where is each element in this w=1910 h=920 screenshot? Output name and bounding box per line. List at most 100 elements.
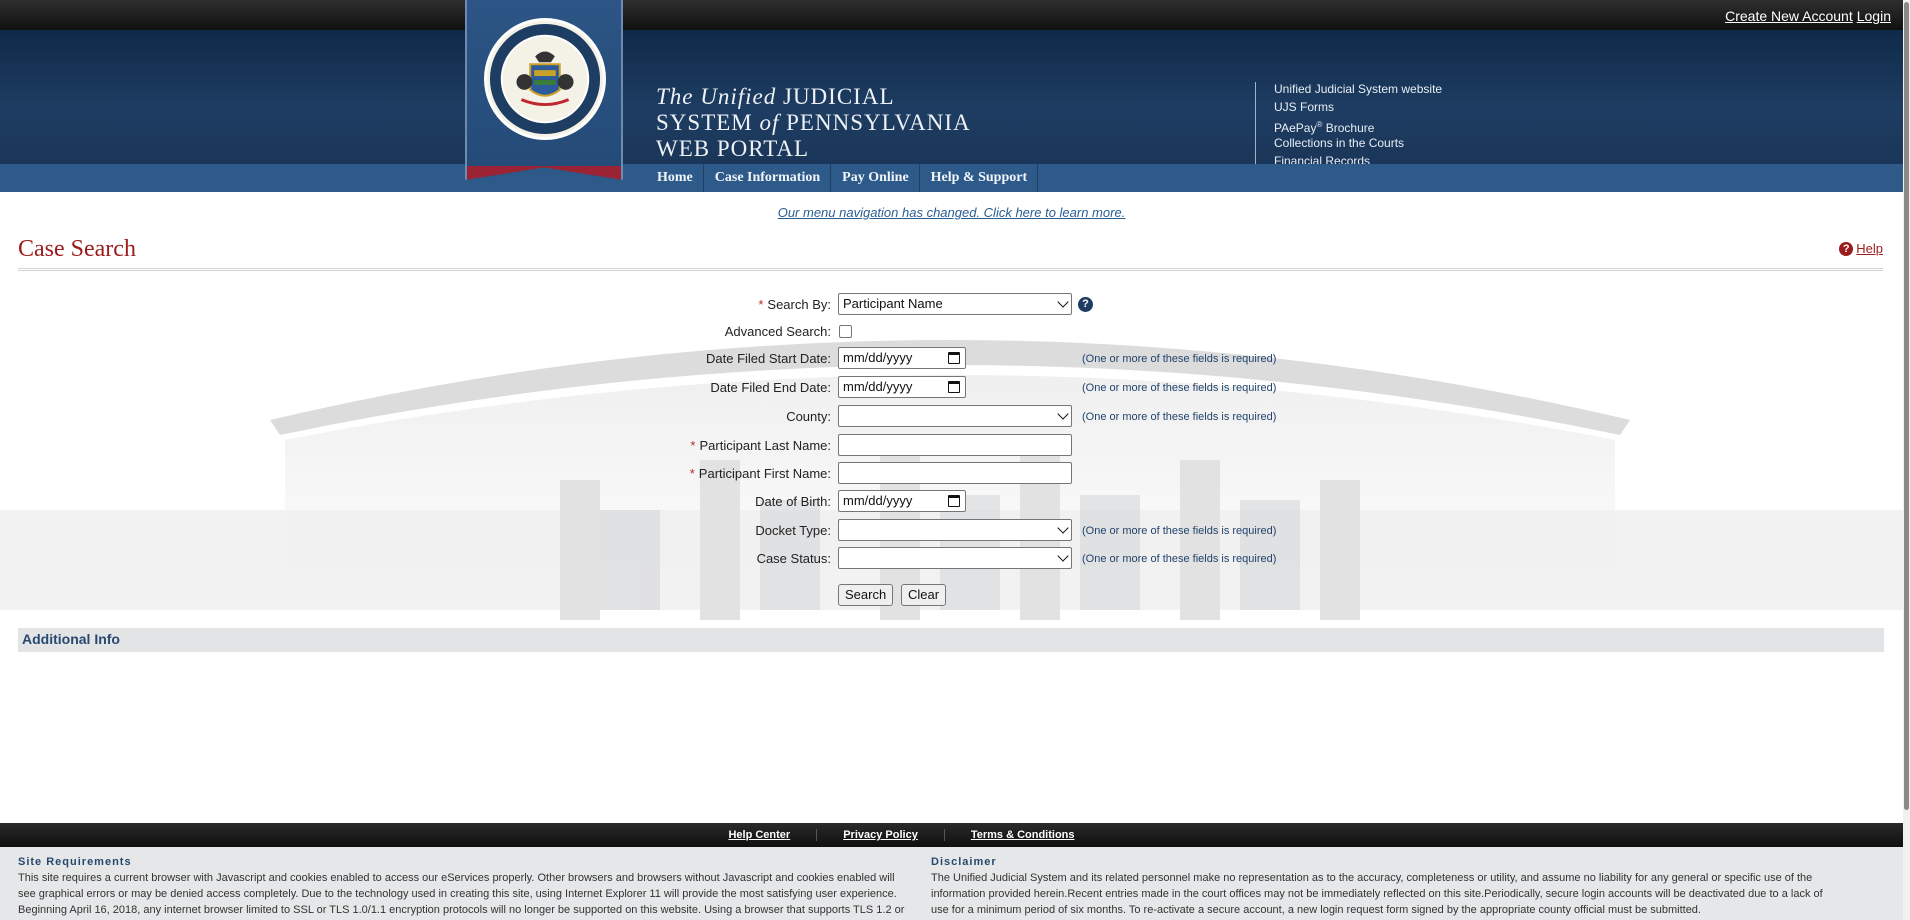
disclaimer-text: The Unified Judicial System and its rela… bbox=[931, 872, 1823, 916]
row-first-name: * Participant First Name: bbox=[0, 462, 1903, 486]
chevron-down-icon bbox=[1057, 408, 1069, 420]
required-note: (One or more of these fields is required… bbox=[1082, 382, 1277, 394]
paepay-brochure-link[interactable]: PAePay® Brochure bbox=[1274, 116, 1442, 135]
title-of: of bbox=[759, 110, 780, 135]
chevron-down-icon bbox=[1057, 296, 1069, 308]
header-divider bbox=[1255, 82, 1256, 166]
docket-type-label: Docket Type: bbox=[755, 523, 831, 538]
terms-conditions-link[interactable]: Terms & Conditions bbox=[945, 829, 1101, 841]
case-status-select[interactable] bbox=[838, 547, 1072, 569]
nav-items: Home Case Information Pay Online Help & … bbox=[646, 164, 1039, 192]
seal-graphic bbox=[489, 23, 601, 135]
title-system: SYSTEM bbox=[656, 110, 753, 135]
row-last-name: * Participant Last Name: bbox=[0, 434, 1903, 458]
title-judicial: JUDICIAL bbox=[783, 84, 895, 109]
page-scrollbar[interactable] bbox=[1903, 0, 1910, 920]
dob-input[interactable]: mm/dd/yyyy bbox=[838, 490, 966, 512]
disclaimer-title: Disclaimer bbox=[931, 856, 997, 868]
row-buttons: Search Clear bbox=[0, 584, 1903, 608]
help-center-link[interactable]: Help Center bbox=[702, 829, 818, 841]
site-requirements-title: Site Requirements bbox=[18, 856, 132, 868]
calendar-icon[interactable] bbox=[948, 495, 960, 507]
last-name-label: * Participant Last Name: bbox=[690, 438, 831, 453]
site-requirements: Site Requirements This site requires a c… bbox=[18, 854, 913, 918]
clear-button[interactable]: Clear bbox=[901, 584, 947, 606]
collections-link[interactable]: Collections in the Courts bbox=[1274, 134, 1442, 152]
calendar-icon[interactable] bbox=[948, 381, 960, 393]
footer-info: Site Requirements This site requires a c… bbox=[0, 847, 1903, 920]
create-account-link[interactable]: Create New Account bbox=[1725, 8, 1853, 24]
main-nav: Home Case Information Pay Online Help & … bbox=[0, 164, 1903, 192]
nav-case-information[interactable]: Case Information bbox=[704, 164, 832, 192]
nav-help-support[interactable]: Help & Support bbox=[920, 164, 1039, 192]
docket-type-select[interactable] bbox=[838, 519, 1072, 541]
end-date-input[interactable]: mm/dd/yyyy bbox=[838, 376, 966, 398]
page-title: Case Search bbox=[18, 236, 136, 262]
help-link[interactable]: ? Help bbox=[1839, 241, 1883, 256]
required-note: (One or more of these fields is required… bbox=[1082, 353, 1277, 365]
row-start-date: Date Filed Start Date: mm/dd/yyyy (One o… bbox=[0, 347, 1903, 371]
privacy-policy-link[interactable]: Privacy Policy bbox=[817, 829, 945, 841]
footer-links-bar: Help Center Privacy Policy Terms & Condi… bbox=[0, 823, 1903, 847]
search-by-value: Participant Name bbox=[843, 296, 943, 311]
site-header: The Unified JUDICIAL SYSTEM of PENNSYLVA… bbox=[0, 30, 1903, 168]
last-name-label-text: Participant Last Name: bbox=[699, 438, 831, 453]
title-the-unified: The Unified bbox=[656, 84, 777, 109]
search-by-label: * Search By: bbox=[758, 297, 831, 312]
dob-placeholder: mm/dd/yyyy bbox=[843, 493, 913, 508]
end-date-placeholder: mm/dd/yyyy bbox=[843, 379, 913, 394]
search-by-select[interactable]: Participant Name bbox=[838, 293, 1072, 315]
county-label: County: bbox=[786, 409, 831, 424]
login-link[interactable]: Login bbox=[1857, 8, 1891, 24]
search-by-help-icon[interactable]: ? bbox=[1078, 297, 1093, 312]
ujs-forms-link[interactable]: UJS Forms bbox=[1274, 98, 1442, 116]
account-bar: Create New Account Login bbox=[0, 0, 1903, 30]
registered-mark: ® bbox=[1316, 120, 1323, 129]
footer-links: Help Center Privacy Policy Terms & Condi… bbox=[0, 823, 1853, 847]
end-date-label: Date Filed End Date: bbox=[710, 380, 831, 395]
nav-home[interactable]: Home bbox=[646, 164, 704, 192]
account-links: Create New Account Login bbox=[1721, 8, 1891, 24]
supreme-court-seal-logo[interactable] bbox=[484, 18, 606, 140]
title-web-portal: WEB PORTAL bbox=[656, 136, 810, 161]
start-date-placeholder: mm/dd/yyyy bbox=[843, 350, 913, 365]
menu-change-notice-link[interactable]: Our menu navigation has changed. Click h… bbox=[0, 205, 1903, 220]
title-pennsylvania: PENNSYLVANIA bbox=[786, 110, 971, 135]
required-note: (One or more of these fields is required… bbox=[1082, 553, 1277, 565]
help-link-label: Help bbox=[1856, 241, 1883, 256]
paepay-label: PAePay bbox=[1274, 121, 1317, 135]
required-note: (One or more of these fields is required… bbox=[1082, 411, 1277, 423]
site-requirements-text: This site requires a current browser wit… bbox=[18, 872, 905, 916]
row-docket-type: Docket Type: (One or more of these field… bbox=[0, 519, 1903, 543]
dob-label: Date of Birth: bbox=[755, 494, 831, 509]
nav-pay-online[interactable]: Pay Online bbox=[831, 164, 920, 192]
last-name-input[interactable] bbox=[838, 434, 1072, 456]
help-icon: ? bbox=[1839, 241, 1854, 256]
chevron-down-icon bbox=[1057, 550, 1069, 562]
required-note: (One or more of these fields is required… bbox=[1082, 525, 1277, 537]
calendar-icon[interactable] bbox=[948, 352, 960, 364]
title-divider bbox=[18, 268, 1883, 271]
scrollbar-thumb[interactable] bbox=[1904, 2, 1909, 810]
search-button[interactable]: Search bbox=[838, 584, 894, 606]
row-case-status: Case Status: (One or more of these field… bbox=[0, 547, 1903, 571]
start-date-input[interactable]: mm/dd/yyyy bbox=[838, 347, 966, 369]
additional-info-header[interactable]: Additional Info bbox=[18, 628, 1884, 652]
chevron-down-icon bbox=[1057, 522, 1069, 534]
ujs-website-link[interactable]: Unified Judicial System website bbox=[1274, 80, 1442, 98]
brochure-label: Brochure bbox=[1325, 121, 1375, 135]
row-end-date: Date Filed End Date: mm/dd/yyyy (One or … bbox=[0, 376, 1903, 400]
search-by-label-text: Search By: bbox=[767, 297, 831, 312]
disclaimer: Disclaimer The Unified Judicial System a… bbox=[931, 854, 1831, 918]
row-advanced-search: Advanced Search: bbox=[0, 320, 1903, 344]
row-county: County: (One or more of these fields is … bbox=[0, 405, 1903, 429]
portal-title: The Unified JUDICIAL SYSTEM of PENNSYLVA… bbox=[656, 84, 971, 162]
external-links: Unified Judicial System website UJS Form… bbox=[1274, 80, 1442, 170]
county-select[interactable] bbox=[838, 405, 1072, 427]
first-name-input[interactable] bbox=[838, 462, 1072, 484]
required-marker: * bbox=[758, 297, 764, 312]
case-status-label: Case Status: bbox=[756, 551, 831, 566]
row-date-of-birth: Date of Birth: mm/dd/yyyy bbox=[0, 490, 1903, 514]
first-name-label-text: Participant First Name: bbox=[698, 466, 831, 481]
advanced-search-checkbox[interactable] bbox=[839, 325, 852, 338]
